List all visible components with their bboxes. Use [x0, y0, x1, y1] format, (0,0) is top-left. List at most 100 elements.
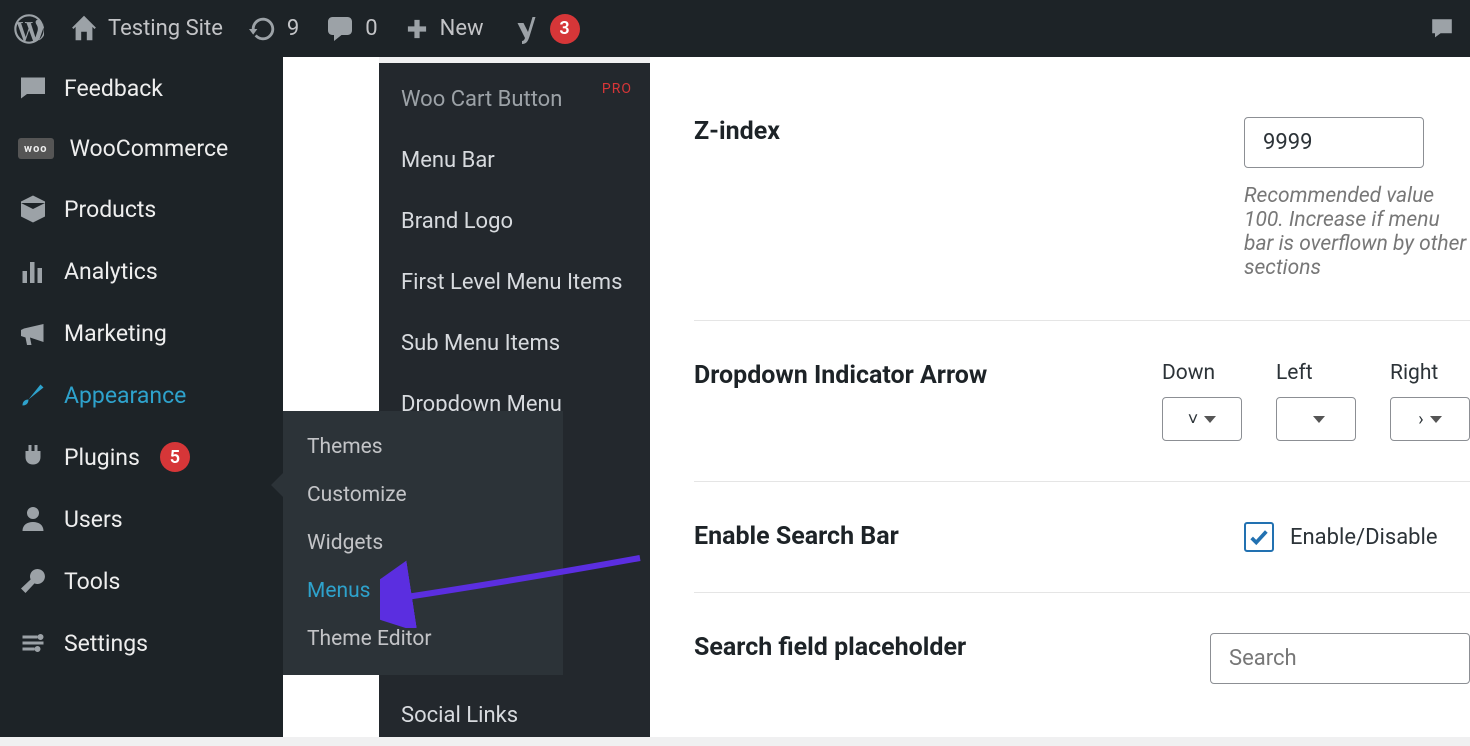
sidebar-item-feedback[interactable]: Feedback	[0, 57, 283, 119]
woo-icon: woo	[18, 138, 54, 159]
sidebar-item-label: Appearance	[64, 382, 186, 409]
zindex-label: Z-index	[694, 117, 1204, 146]
adminbar: Testing Site 9 0 New 3	[0, 0, 1470, 57]
flyout-theme-editor[interactable]: Theme Editor	[283, 615, 563, 663]
sidebar-item-products[interactable]: Products	[0, 178, 283, 240]
category-label: Woo Cart Button	[401, 87, 562, 112]
comment-icon	[325, 14, 355, 44]
flyout-label: Menus	[307, 579, 370, 603]
bars-icon	[18, 256, 48, 286]
dd-left-select[interactable]	[1276, 397, 1356, 441]
flyout-label: Themes	[307, 435, 383, 459]
sidebar-item-label: Users	[64, 506, 123, 533]
sidebar-item-label: WooCommerce	[70, 135, 229, 162]
category-woo-cart-button[interactable]: Woo Cart Button	[379, 69, 650, 130]
caret-icon	[1430, 416, 1442, 423]
yoast[interactable]: 3	[510, 14, 580, 44]
zindex-input[interactable]	[1244, 117, 1424, 168]
dd-col-left: Left	[1276, 361, 1356, 441]
dd-col-down: Down ˅	[1162, 361, 1242, 441]
caret-icon	[1313, 416, 1325, 423]
site-name: Testing Site	[108, 16, 223, 41]
dd-col-right: Right ›	[1390, 361, 1470, 441]
home-icon	[70, 15, 98, 43]
wp-logo[interactable]	[14, 14, 44, 44]
new-content[interactable]: New	[404, 16, 484, 42]
updates[interactable]: 9	[249, 15, 299, 43]
caret-icon	[1204, 416, 1216, 423]
check-icon	[1248, 526, 1270, 548]
sidebar-item-label: Tools	[64, 568, 120, 595]
dd-down-select[interactable]: ˅	[1162, 397, 1242, 441]
flyout-pointer	[271, 473, 283, 497]
flyout-menus[interactable]: Menus	[283, 567, 563, 615]
plug-icon	[18, 442, 48, 472]
appearance-flyout: Themes Customize Widgets Menus Theme Edi…	[283, 411, 563, 675]
category-menu-bar[interactable]: Menu Bar	[379, 130, 650, 191]
new-label: New	[440, 16, 484, 41]
category-first-level-items[interactable]: First Level Menu Items	[379, 252, 650, 313]
enable-search-label: Enable Search Bar	[694, 522, 1204, 551]
zindex-help: Recommended value 100. Increase if menu …	[1244, 184, 1470, 280]
site-link[interactable]: Testing Site	[70, 15, 223, 43]
feedback-icon	[18, 73, 48, 103]
content-pane: Z-index Recommended value 100. Increase …	[650, 57, 1470, 737]
dd-down-label: Down	[1162, 361, 1242, 385]
notifications[interactable]	[1428, 15, 1456, 43]
sidebar-item-label: Marketing	[64, 320, 167, 347]
enable-search-toggle[interactable]: Enable/Disable	[1244, 522, 1470, 552]
sidebar-item-appearance[interactable]: Appearance	[0, 364, 283, 426]
user-icon	[18, 504, 48, 534]
category-label: Social Links	[401, 703, 518, 728]
sidebar-item-woocommerce[interactable]: woo WooCommerce	[0, 119, 283, 178]
sidebar-item-label: Plugins	[64, 444, 140, 471]
sidebar-item-users[interactable]: Users	[0, 488, 283, 550]
sliders-icon	[18, 628, 48, 658]
updates-count: 9	[287, 16, 299, 41]
dd-right-select[interactable]: ›	[1390, 397, 1470, 441]
row-search-placeholder: Search field placeholder	[694, 593, 1470, 724]
sidebar-item-plugins[interactable]: Plugins 5	[0, 426, 283, 488]
row-dropdown-arrow: Dropdown Indicator Arrow Down ˅ Left	[694, 321, 1470, 482]
sidebar-item-marketing[interactable]: Marketing	[0, 302, 283, 364]
comments[interactable]: 0	[325, 14, 377, 44]
chevron-right-icon: ›	[1418, 409, 1423, 430]
wordpress-icon	[14, 14, 44, 44]
row-zindex: Z-index Recommended value 100. Increase …	[694, 57, 1470, 321]
category-label: Sub Menu Items	[401, 331, 560, 356]
updates-icon	[249, 15, 277, 43]
category-label: Menu Bar	[401, 148, 495, 173]
brush-icon	[18, 380, 48, 410]
plugins-badge: 5	[160, 442, 190, 472]
yoast-badge: 3	[550, 14, 580, 44]
plus-icon	[404, 16, 430, 42]
row-enable-search: Enable Search Bar Enable/Disable	[694, 482, 1470, 593]
search-placeholder-label: Search field placeholder	[694, 633, 1170, 662]
search-placeholder-input[interactable]	[1210, 633, 1470, 684]
category-brand-logo[interactable]: Brand Logo	[379, 191, 650, 252]
checkbox-icon	[1244, 522, 1274, 552]
category-sub-menu-items[interactable]: Sub Menu Items	[379, 313, 650, 374]
category-label: First Level Menu Items	[401, 270, 622, 295]
sidebar-item-analytics[interactable]: Analytics	[0, 240, 283, 302]
dropdown-arrow-label: Dropdown Indicator Arrow	[694, 361, 1122, 390]
chevron-down-icon: ˅	[1188, 409, 1199, 430]
comments-count: 0	[365, 16, 377, 41]
flyout-themes[interactable]: Themes	[283, 423, 563, 471]
dd-right-label: Right	[1390, 361, 1470, 385]
category-label: Brand Logo	[401, 209, 513, 234]
box-icon	[18, 194, 48, 224]
dd-left-label: Left	[1276, 361, 1356, 385]
flyout-widgets[interactable]: Widgets	[283, 519, 563, 567]
sidebar-item-tools[interactable]: Tools	[0, 550, 283, 612]
yoast-icon	[510, 14, 540, 44]
flyout-customize[interactable]: Customize	[283, 471, 563, 519]
sidebar-item-settings[interactable]: Settings	[0, 612, 283, 674]
admin-sidebar: Feedback woo WooCommerce Products Analyt…	[0, 57, 283, 737]
flyout-label: Widgets	[307, 531, 383, 555]
enable-disable-label: Enable/Disable	[1290, 525, 1438, 550]
flyout-label: Theme Editor	[307, 627, 431, 651]
main: Feedback woo WooCommerce Products Analyt…	[0, 57, 1470, 737]
sidebar-item-label: Analytics	[64, 258, 158, 285]
chat-icon	[1428, 15, 1456, 43]
